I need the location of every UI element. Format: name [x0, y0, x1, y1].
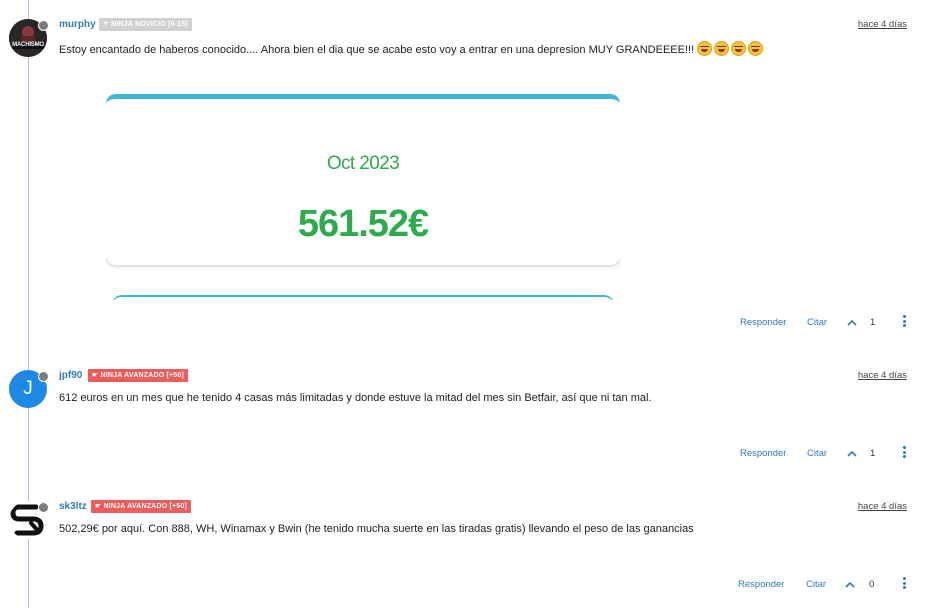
- quote-button[interactable]: Citar: [807, 317, 827, 328]
- post-content: Estoy encantado de haberos conocido.... …: [59, 41, 765, 56]
- rolling-laughing-emoji: [731, 41, 747, 56]
- rank-badge-label: NINJA AVANZADO [+50]: [103, 503, 188, 510]
- reply-button[interactable]: Responder: [740, 448, 786, 459]
- upvote-icon[interactable]: [847, 449, 857, 459]
- earnings-card: Oct 2023 561.52€: [106, 94, 620, 265]
- username[interactable]: sk3ltz: [59, 501, 87, 512]
- vote-count: 1: [870, 317, 876, 328]
- rank-badge: ✝ NINJA NOVICIO [0-15]: [99, 18, 192, 31]
- status-indicator: [38, 502, 49, 513]
- post-text: Estoy encantado de haberos conocido.... …: [59, 44, 695, 56]
- rank-badge-label: NINJA AVANZADO [+50]: [100, 372, 185, 379]
- earnings-month: Oct 2023: [326, 153, 400, 174]
- more-options-icon[interactable]: [903, 315, 907, 329]
- post-actions: Responder Citar 1: [0, 446, 925, 462]
- post-content: 612 euros en un mes que he tenido 4 casa…: [59, 392, 652, 404]
- avatar-letter: J: [23, 378, 33, 399]
- username[interactable]: jpf90: [59, 370, 82, 381]
- rank-badge: ☛ NINJA AVANZADO [+50]: [88, 369, 189, 382]
- post-text: 612 euros en un mes que he tenido 4 casa…: [59, 392, 652, 404]
- quote-button[interactable]: Citar: [807, 448, 827, 459]
- post-timestamp[interactable]: hace 4 días: [858, 501, 907, 512]
- more-options-icon[interactable]: [903, 446, 907, 460]
- upvote-icon[interactable]: [847, 318, 857, 328]
- rank-badge: ☛ NINJA AVANZADO [+50]: [91, 500, 192, 513]
- rolling-laughing-emoji: [714, 41, 730, 56]
- vote-count: 0: [869, 579, 875, 590]
- reply-button[interactable]: Responder: [740, 317, 786, 328]
- vote-count: 1: [870, 448, 876, 459]
- post-image[interactable]: Oct 2023 561.52€: [106, 94, 620, 300]
- status-indicator: [38, 371, 49, 382]
- avatar-logo-text: MACHISMO: [12, 42, 44, 48]
- graduation-cap-icon: ☛: [95, 503, 102, 510]
- upvote-icon[interactable]: [845, 580, 855, 590]
- post-text: 502,29€ por aquí. Con 888, WH, Winamax y…: [59, 523, 694, 535]
- post-content: 502,29€ por aquí. Con 888, WH, Winamax y…: [59, 523, 694, 535]
- earnings-amount: 561.52€: [297, 203, 429, 245]
- quote-button[interactable]: Citar: [806, 579, 826, 590]
- earnings-card-partial: [112, 295, 614, 300]
- rank-badge-label: NINJA NOVICIO [0-15]: [111, 21, 188, 28]
- ninja-icon: ✝: [103, 21, 110, 28]
- post-actions: Responder Citar 1: [0, 315, 925, 331]
- rolling-laughing-emoji: [748, 41, 764, 56]
- emoji-group: [697, 41, 765, 56]
- post-timestamp[interactable]: hace 4 días: [858, 19, 907, 30]
- status-indicator: [38, 20, 49, 31]
- post-actions: Responder Citar 0: [0, 577, 925, 593]
- post-timestamp[interactable]: hace 4 días: [858, 370, 907, 381]
- username[interactable]: murphy: [59, 19, 96, 30]
- rolling-laughing-emoji: [697, 41, 713, 56]
- graduation-cap-icon: ☛: [92, 372, 99, 379]
- more-options-icon[interactable]: [903, 577, 907, 591]
- reply-button[interactable]: Responder: [738, 579, 784, 590]
